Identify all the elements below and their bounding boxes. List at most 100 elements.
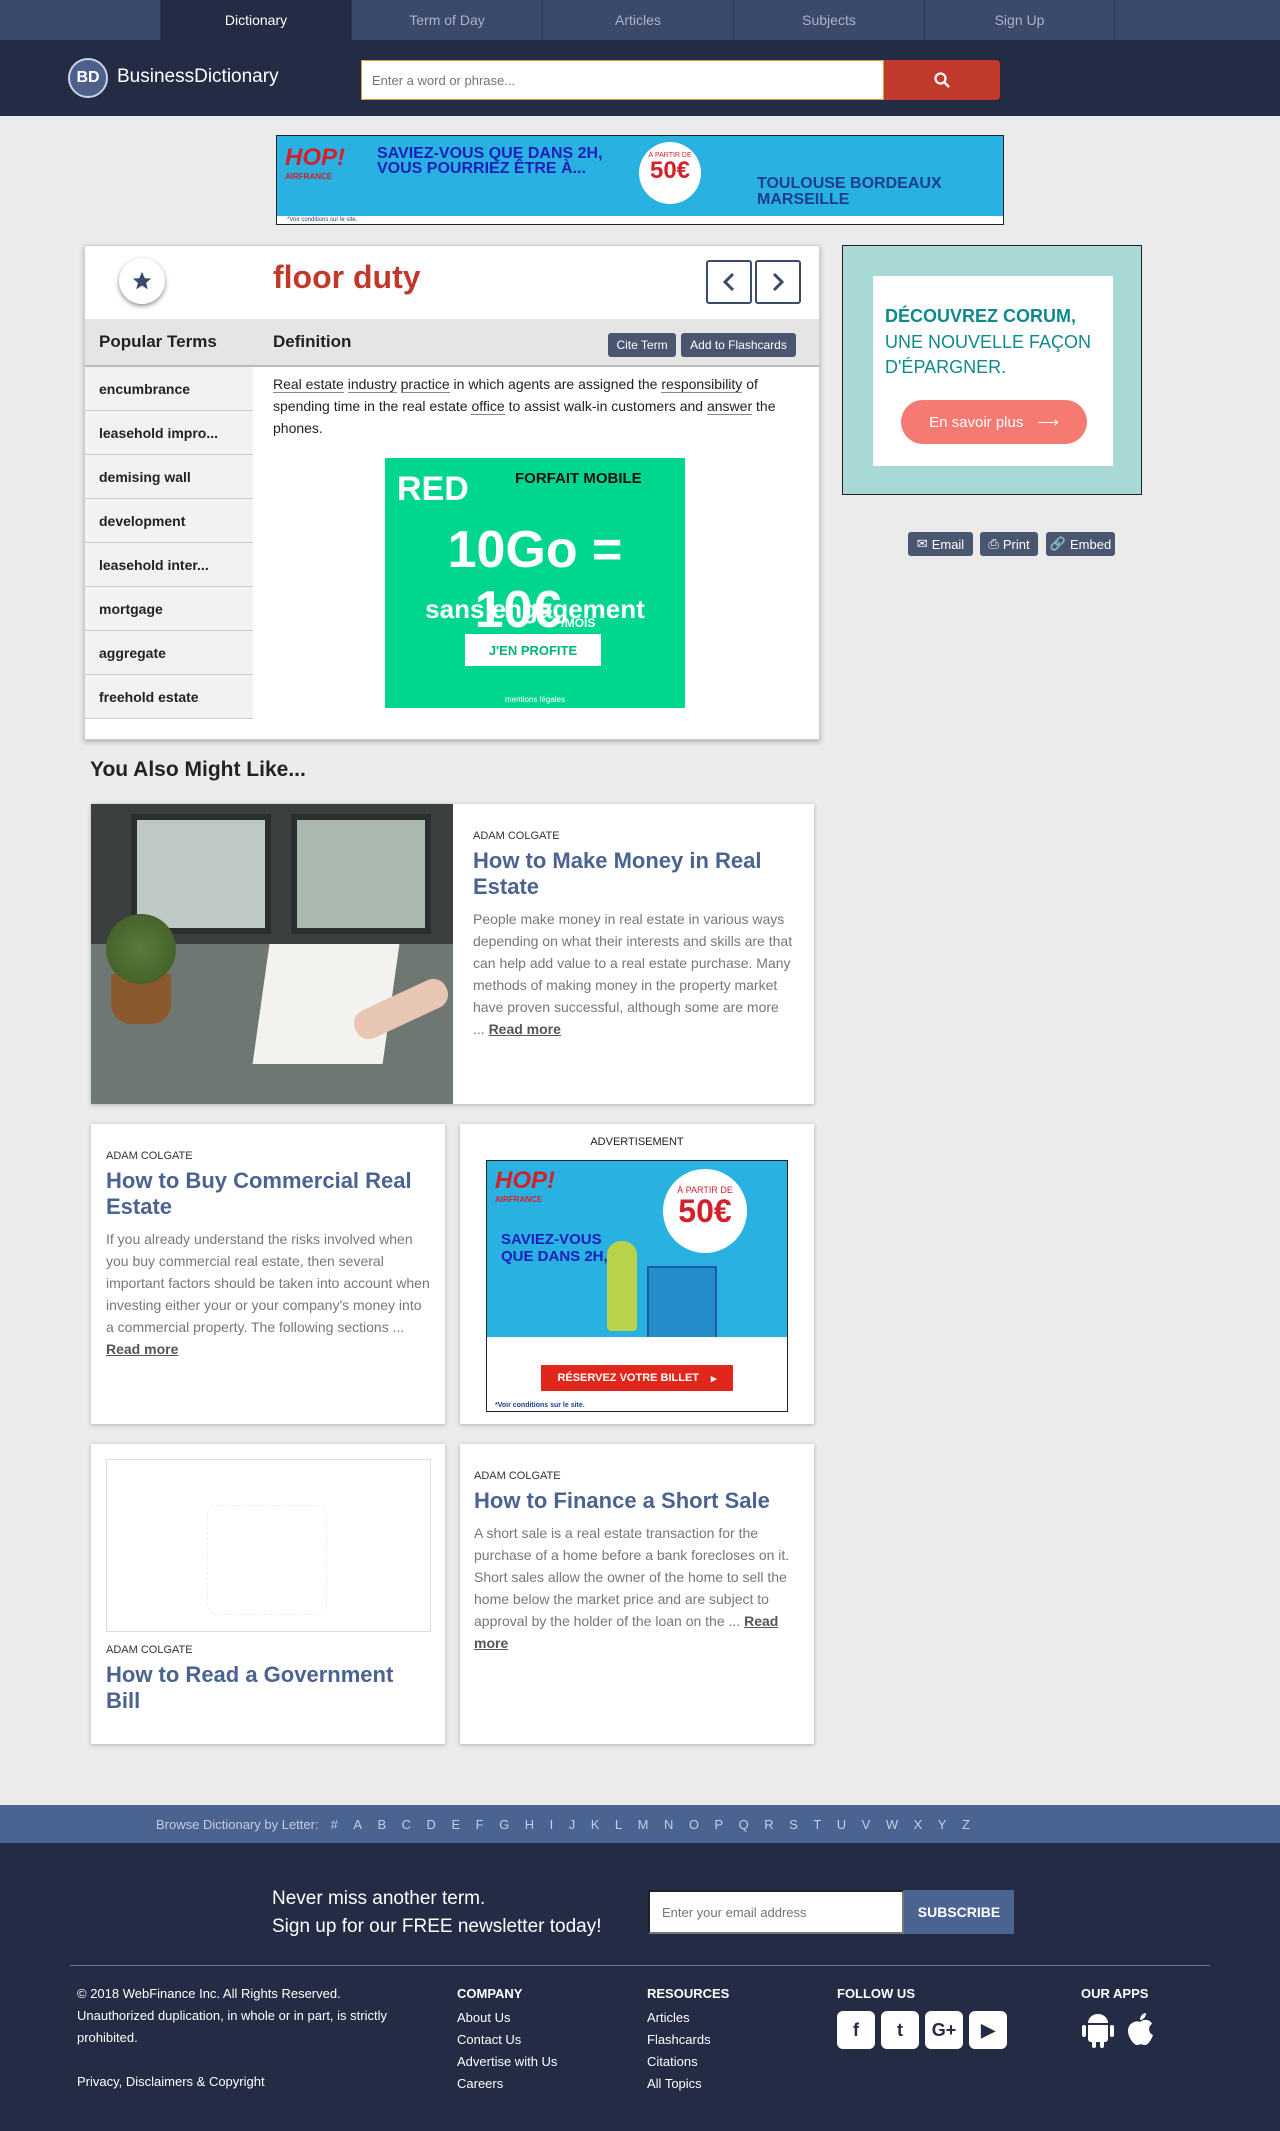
letter-link[interactable]: N	[664, 1817, 673, 1832]
footer-link[interactable]: Citations	[647, 2051, 729, 2073]
letter-link[interactable]: B	[377, 1817, 386, 1832]
letter-link[interactable]: Y	[938, 1817, 947, 1832]
popular-term[interactable]: mortgage	[85, 587, 253, 631]
article-title[interactable]: How to Read a Government Bill	[106, 1662, 431, 1714]
logo-text[interactable]: BusinessDictionary	[117, 66, 279, 88]
article-title[interactable]: How to Finance a Short Sale	[474, 1488, 799, 1514]
article-title[interactable]: How to Buy Commercial Real Estate	[106, 1168, 431, 1220]
footer-link[interactable]: About Us	[457, 2007, 557, 2029]
email-button[interactable]: ✉ Email	[908, 532, 973, 556]
inline-ad[interactable]: HOP! AIRFRANCE À PARTIR DE 50€ SAVIEZ-VOUS…	[486, 1160, 788, 1412]
apple-icon[interactable]	[1123, 2011, 1157, 2049]
sidebar-ad[interactable]: DÉCOUVREZ CORUM, UNE NOUVELLE FAÇON D'ÉP…	[842, 245, 1142, 495]
term-title: floor duty	[273, 259, 421, 295]
letter-link[interactable]: U	[837, 1817, 846, 1832]
definition-link[interactable]: responsibility	[661, 376, 743, 393]
letter-link[interactable]: L	[615, 1817, 622, 1832]
ad-cta-button[interactable]: J'EN PROFITE	[465, 634, 601, 666]
add-to-flashcards-button[interactable]: Add to Flashcards	[681, 333, 796, 357]
newsletter-email-field[interactable]	[648, 1890, 904, 1934]
tab-sign-up[interactable]: Sign Up	[924, 0, 1115, 40]
footer-link[interactable]: Flashcards	[647, 2029, 729, 2051]
letter-link[interactable]: P	[714, 1817, 723, 1832]
youtube-icon[interactable]: ▶	[969, 2011, 1007, 2049]
letter-link[interactable]: E	[451, 1817, 460, 1832]
article-card[interactable]: ADAM COLGATE How to Read a Government Bi…	[91, 1444, 445, 1744]
print-button[interactable]: ⎙ Print	[980, 532, 1038, 556]
search-input[interactable]	[361, 60, 884, 100]
letter-link[interactable]: M	[638, 1817, 649, 1832]
letter-link[interactable]: I	[550, 1817, 554, 1832]
popular-term[interactable]: leasehold inter...	[85, 543, 253, 587]
popular-term[interactable]: leasehold impro...	[85, 411, 253, 455]
article-card[interactable]: ADAM COLGATE How to Finance a Short Sale…	[460, 1444, 814, 1744]
read-more-link[interactable]: Read more	[489, 1021, 561, 1037]
letter-link[interactable]: S	[789, 1817, 798, 1832]
popular-term[interactable]: demising wall	[85, 455, 253, 499]
privacy-link[interactable]: Privacy, Disclaimers & Copyright	[77, 2071, 417, 2093]
ad-cta-button[interactable]: En savoir plus ⟶	[901, 400, 1087, 444]
embed-button[interactable]: 🔗 Embed	[1046, 532, 1115, 556]
letter-link[interactable]: V	[862, 1817, 871, 1832]
cite-term-button[interactable]: Cite Term	[608, 333, 676, 357]
definition-link[interactable]: answer	[706, 398, 753, 415]
section-title: You Also Might Like...	[90, 758, 306, 781]
subscribe-button[interactable]: SUBSCRIBE	[904, 1890, 1014, 1934]
ad-cta-button[interactable]: RÉSERVEZ VOTRE BILLET ▸	[541, 1365, 733, 1391]
letter-link[interactable]: O	[689, 1817, 699, 1832]
read-more-link[interactable]: Read more	[106, 1341, 178, 1357]
tab-articles[interactable]: Articles	[542, 0, 733, 40]
ad-legal[interactable]: mentions légales	[385, 695, 685, 704]
footer-link[interactable]: Contact Us	[457, 2029, 557, 2051]
facebook-icon[interactable]: f	[837, 2011, 875, 2049]
popular-term[interactable]: freehold estate	[85, 675, 253, 719]
search-button[interactable]	[884, 60, 1000, 100]
footer-link[interactable]: Advertise with Us	[457, 2051, 557, 2073]
letter-link[interactable]: G	[499, 1817, 509, 1832]
letter-link[interactable]: D	[427, 1817, 436, 1832]
popular-term[interactable]: development	[85, 499, 253, 543]
article-image[interactable]	[106, 1459, 431, 1632]
definition-link[interactable]: office	[471, 398, 505, 415]
tab-subjects[interactable]: Subjects	[733, 0, 924, 40]
definition-link[interactable]: Real estate	[273, 376, 344, 393]
next-term-button[interactable]	[755, 260, 801, 304]
letter-link[interactable]: X	[914, 1817, 923, 1832]
letter-link[interactable]: R	[764, 1817, 773, 1832]
footer-link[interactable]: Careers	[457, 2073, 557, 2095]
letter-link[interactable]: H	[525, 1817, 534, 1832]
letter-link[interactable]: A	[353, 1817, 362, 1832]
android-icon[interactable]	[1081, 2011, 1115, 2049]
tab-term-of-day[interactable]: Term of Day	[351, 0, 542, 40]
popular-term[interactable]: aggregate	[85, 631, 253, 675]
footer-link[interactable]: All Topics	[647, 2073, 729, 2095]
letter-link[interactable]: Z	[962, 1817, 970, 1832]
tab-dictionary[interactable]: Dictionary	[160, 0, 351, 40]
inline-ad[interactable]: RED FORFAIT MOBILE 10Go = 10€/MOIS sans …	[385, 458, 685, 708]
apps-heading: OUR APPS	[1081, 1986, 1149, 2001]
banner-ad[interactable]: HOP! AIRFRANCE SAVIEZ-VOUS QUE DANS 2H, V…	[276, 135, 1004, 225]
article-title[interactable]: How to Make Money in Real Estate	[473, 848, 793, 900]
letter-link[interactable]: W	[886, 1817, 898, 1832]
ad-message: SAVIEZ-VOUS QUE DANS 2H, VOUS POURRIEZ Ê…	[377, 145, 603, 177]
article-image[interactable]	[91, 804, 453, 1104]
popular-term[interactable]: encumbrance	[85, 367, 253, 411]
google-plus-icon[interactable]: G+	[925, 2011, 963, 2049]
letter-link[interactable]: F	[476, 1817, 484, 1832]
previous-term-button[interactable]	[706, 260, 752, 304]
article-card[interactable]: ADAM COLGATE How to Make Money in Real E…	[91, 804, 814, 1104]
twitter-icon[interactable]: t	[881, 2011, 919, 2049]
letter-link[interactable]: K	[591, 1817, 600, 1832]
article-card[interactable]: ADAM COLGATE How to Buy Commercial Real …	[91, 1124, 445, 1424]
ad-brand: HOP! AIRFRANCE	[495, 1167, 555, 1204]
footer-link[interactable]: Articles	[647, 2007, 729, 2029]
favorite-button[interactable]	[119, 258, 165, 304]
definition-link[interactable]: practice	[400, 376, 450, 393]
letter-link[interactable]: J	[569, 1817, 576, 1832]
definition-link[interactable]: industry	[347, 376, 397, 393]
logo-badge[interactable]: BD	[68, 58, 108, 98]
letter-link[interactable]: T	[813, 1817, 821, 1832]
letter-link[interactable]: C	[402, 1817, 411, 1832]
letter-link[interactable]: #	[331, 1817, 338, 1832]
letter-link[interactable]: Q	[739, 1817, 749, 1832]
